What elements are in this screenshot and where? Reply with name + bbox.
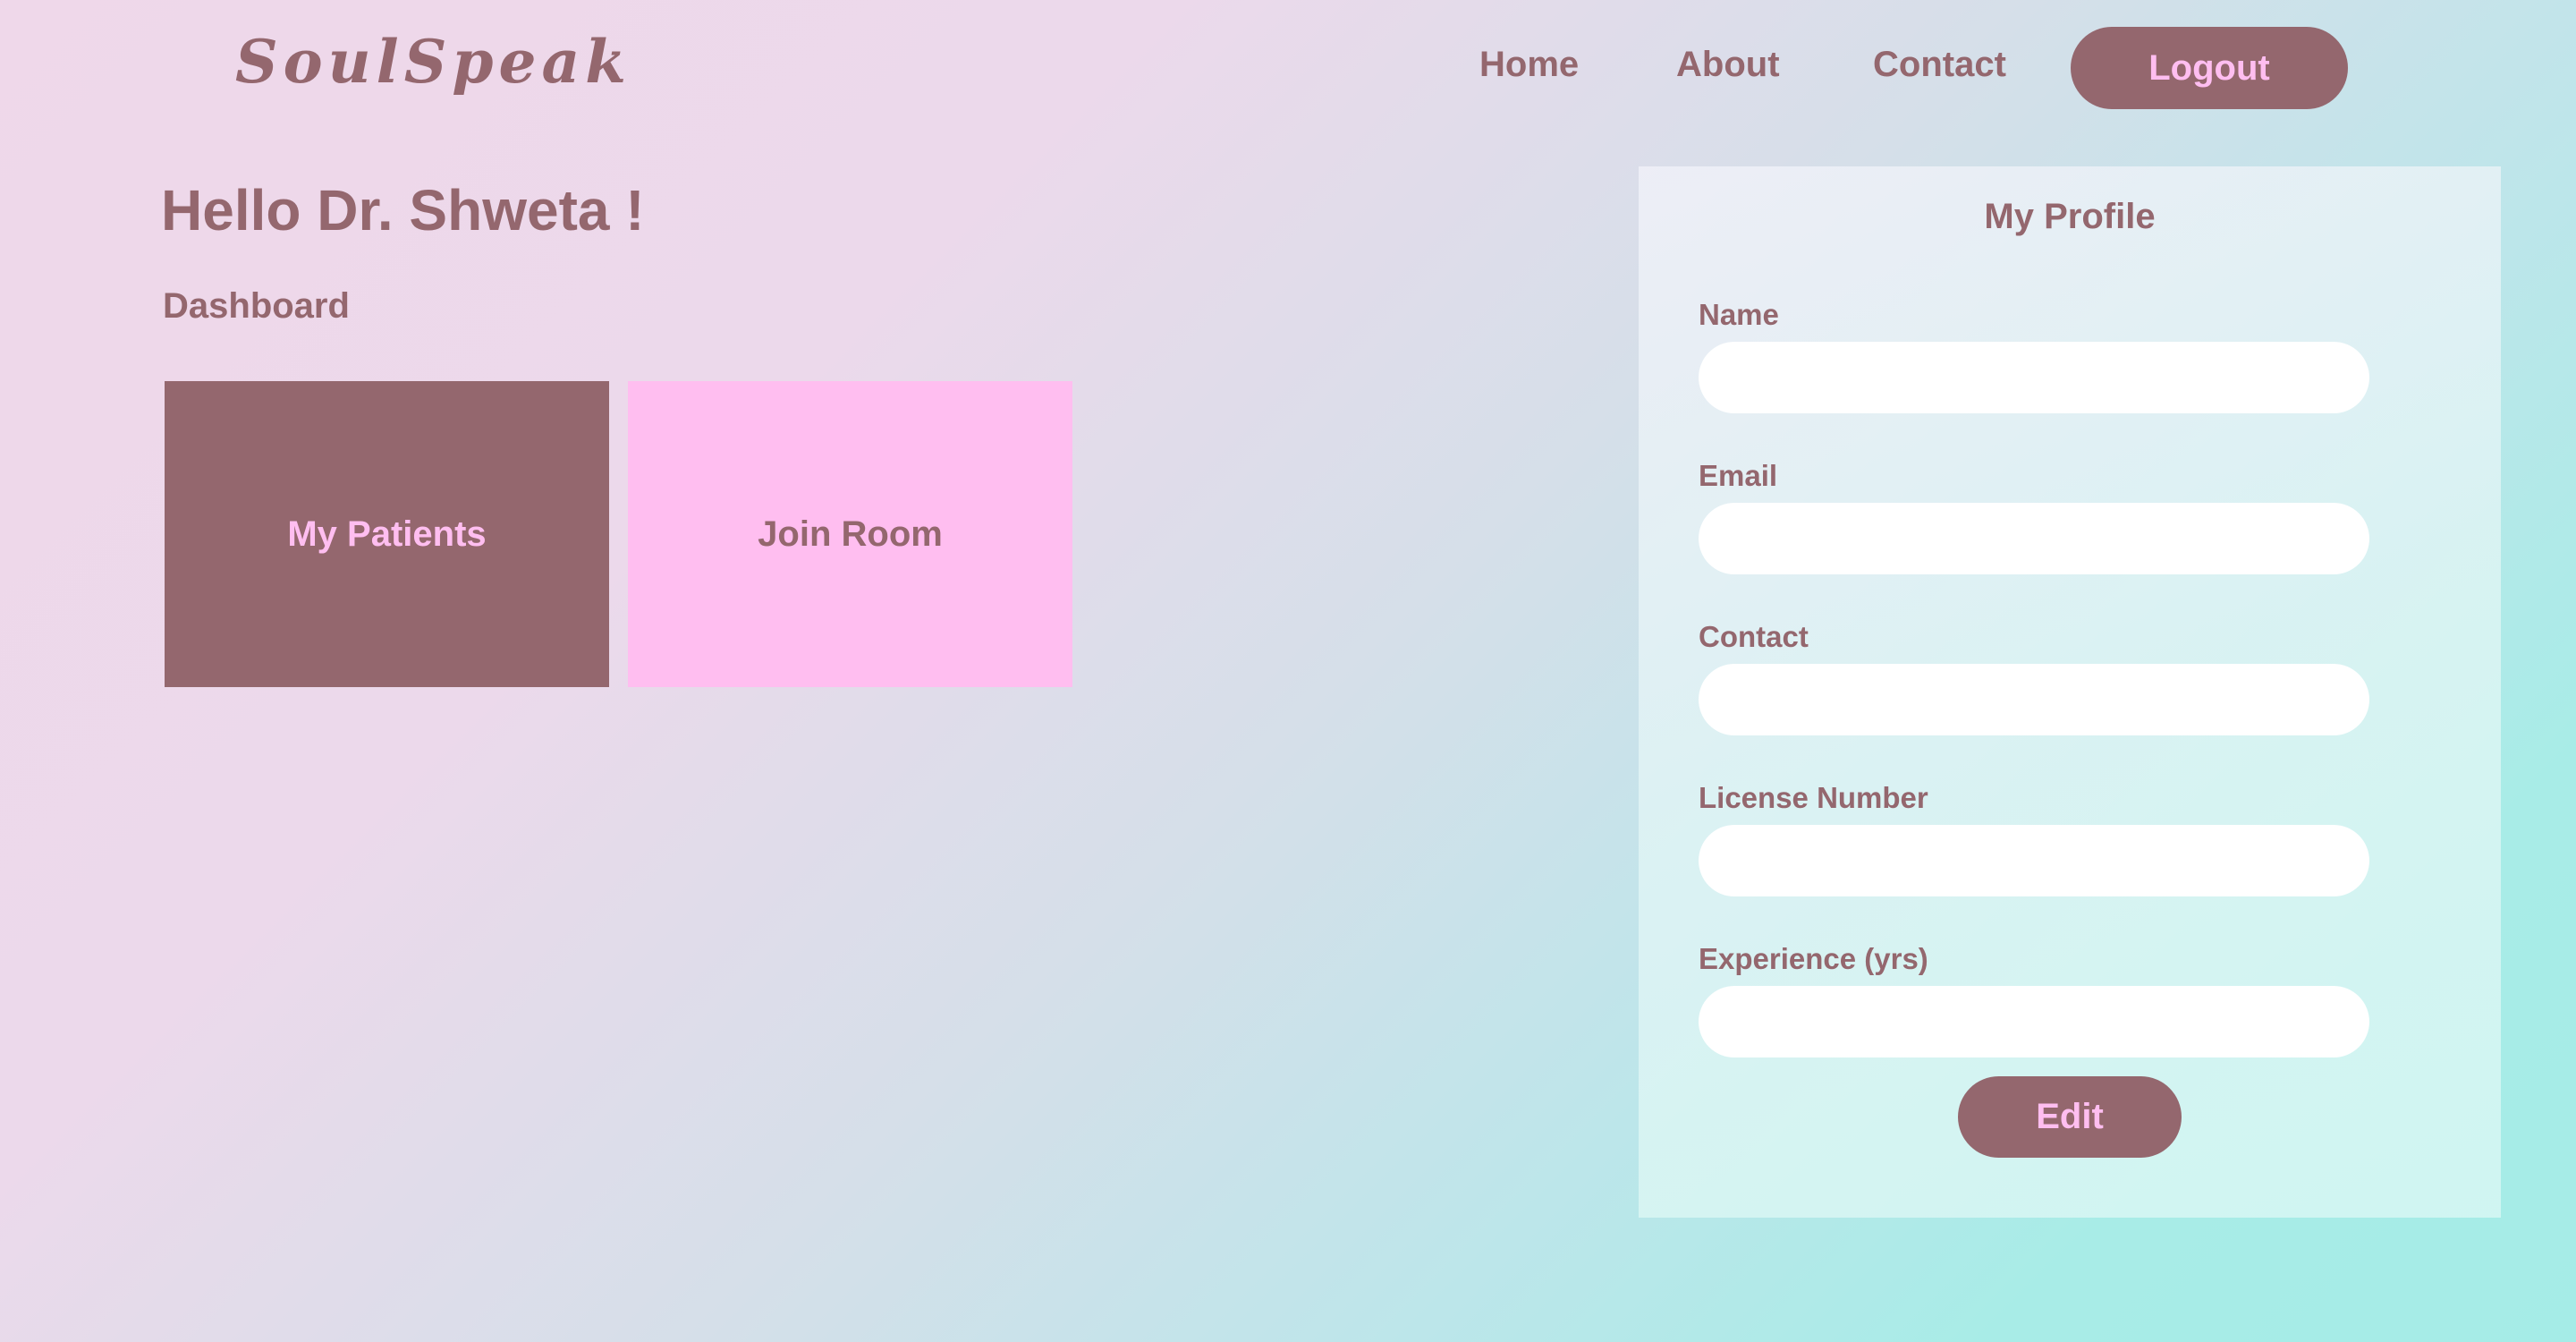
join-room-label: Join Room [758, 514, 943, 554]
experience-label: Experience (yrs) [1699, 942, 1928, 975]
name-label: Name [1699, 298, 1779, 331]
dashboard-heading: Dashboard [163, 286, 350, 326]
page-greeting: Hello Dr. Shweta ! [161, 178, 645, 242]
logout-button[interactable]: Logout [2071, 27, 2348, 109]
profile-title: My Profile [1984, 197, 2156, 236]
nav-link-contact[interactable]: Contact [1873, 45, 2006, 85]
brand-logo[interactable]: SoulSpeak [235, 27, 631, 97]
profile-panel: My Profile Name Email Contact License Nu… [1639, 166, 2501, 1218]
my-patients-tile[interactable]: My Patients [165, 381, 609, 687]
contact-label: Contact [1699, 620, 1809, 653]
join-room-tile[interactable]: Join Room [628, 381, 1072, 687]
license-number-field[interactable] [1699, 825, 2369, 896]
my-patients-label: My Patients [287, 514, 487, 554]
email-label: Email [1699, 459, 1778, 492]
experience-field[interactable] [1699, 986, 2369, 1057]
name-field[interactable] [1699, 342, 2369, 413]
edit-profile-button[interactable]: Edit [1958, 1076, 2182, 1158]
license-number-label: License Number [1699, 781, 1928, 814]
email-field[interactable] [1699, 503, 2369, 574]
nav-link-home[interactable]: Home [1479, 45, 1579, 85]
contact-field[interactable] [1699, 664, 2369, 735]
nav-link-about[interactable]: About [1676, 45, 1780, 85]
